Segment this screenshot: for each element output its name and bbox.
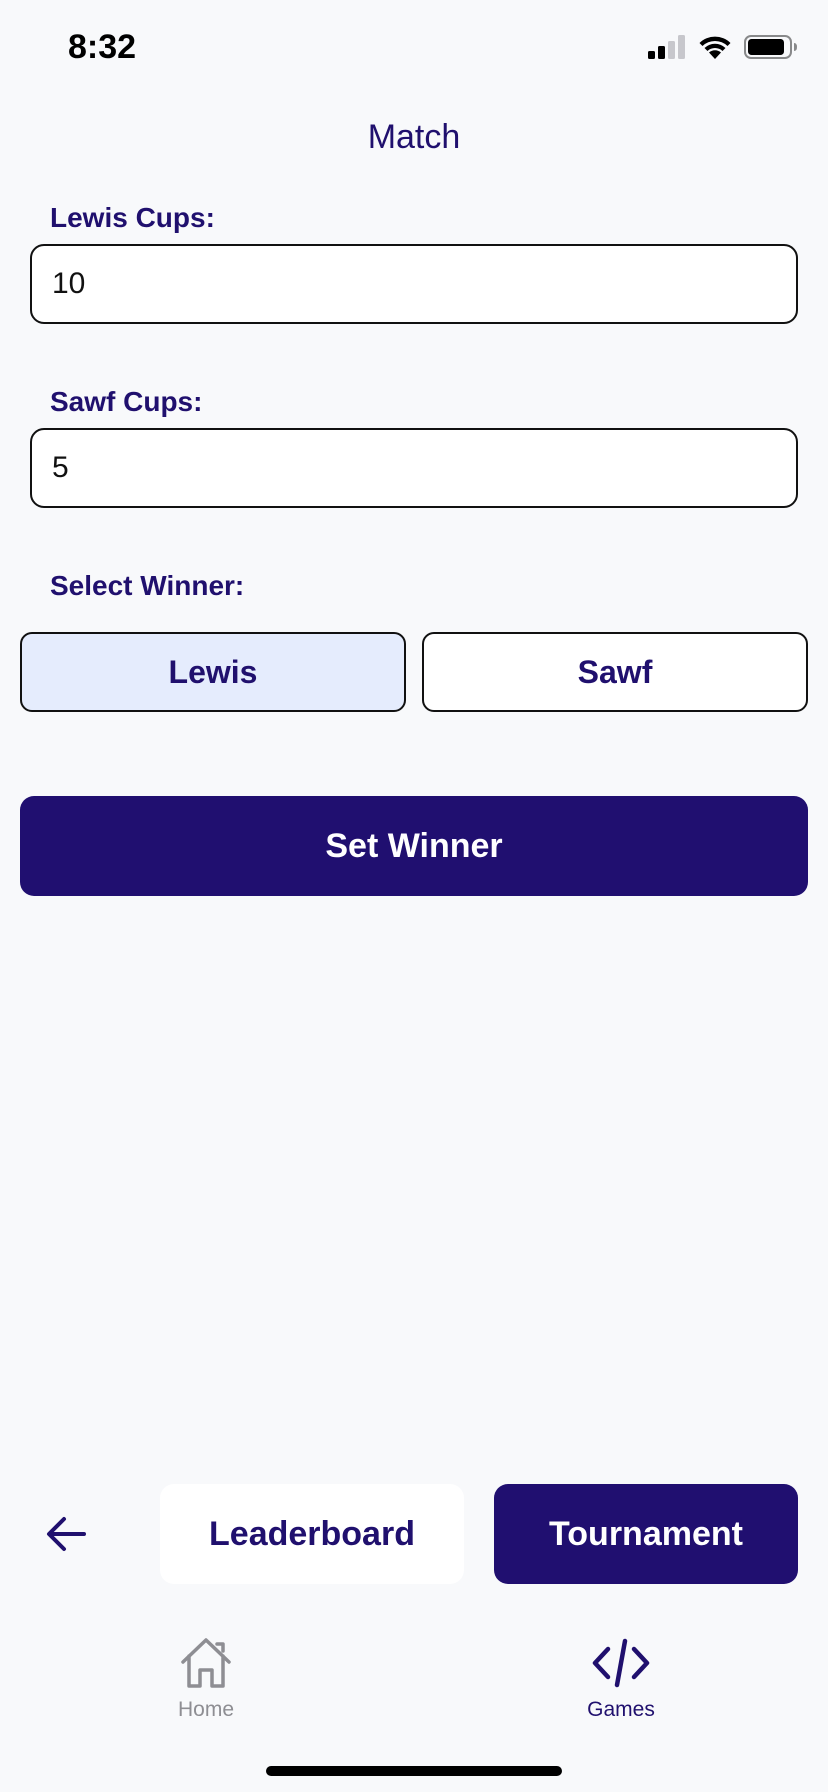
sawf-cups-input[interactable] — [30, 428, 798, 508]
select-winner-label: Select Winner: — [50, 570, 245, 601]
set-winner-button[interactable]: Set Winner — [20, 796, 808, 896]
lewis-cups-input[interactable] — [30, 244, 798, 324]
home-indicator — [266, 1766, 562, 1776]
tournament-button[interactable]: Tournament — [494, 1484, 798, 1584]
leaderboard-button[interactable]: Leaderboard — [160, 1484, 464, 1584]
page-title: Match — [367, 118, 461, 156]
wifi-icon — [699, 36, 731, 59]
lewis-cups-label: Lewis Cups: — [50, 202, 215, 233]
tab-games[interactable]: Games — [551, 1636, 691, 1722]
status-time: 8:32 — [68, 28, 137, 66]
winner-option-lewis[interactable]: Lewis — [20, 632, 406, 712]
battery-icon — [744, 35, 797, 59]
home-icon — [181, 1638, 231, 1688]
tab-home-label: Home — [177, 1698, 235, 1721]
winner-option-sawf[interactable]: Sawf — [422, 632, 808, 712]
status-bar: 8:32 — [0, 0, 828, 100]
code-icon — [592, 1638, 650, 1688]
tab-home[interactable]: Home — [136, 1636, 276, 1722]
cellular-signal-icon — [648, 35, 685, 59]
arrow-left-icon[interactable] — [44, 1514, 88, 1554]
tab-games-label: Games — [587, 1698, 655, 1721]
status-icons — [646, 34, 798, 60]
sawf-cups-label: Sawf Cups: — [50, 386, 203, 417]
